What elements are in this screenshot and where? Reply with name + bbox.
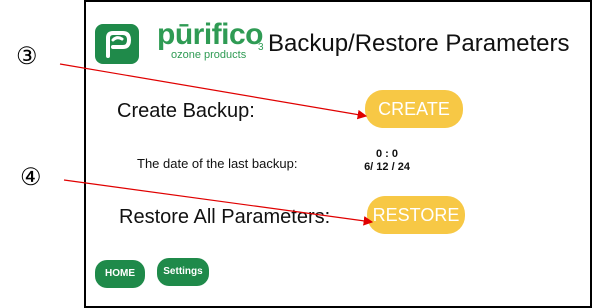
annotation-arrows <box>59 63 374 226</box>
arrow-to-restore-button <box>63 179 374 226</box>
arrow-to-create-button <box>59 63 368 120</box>
